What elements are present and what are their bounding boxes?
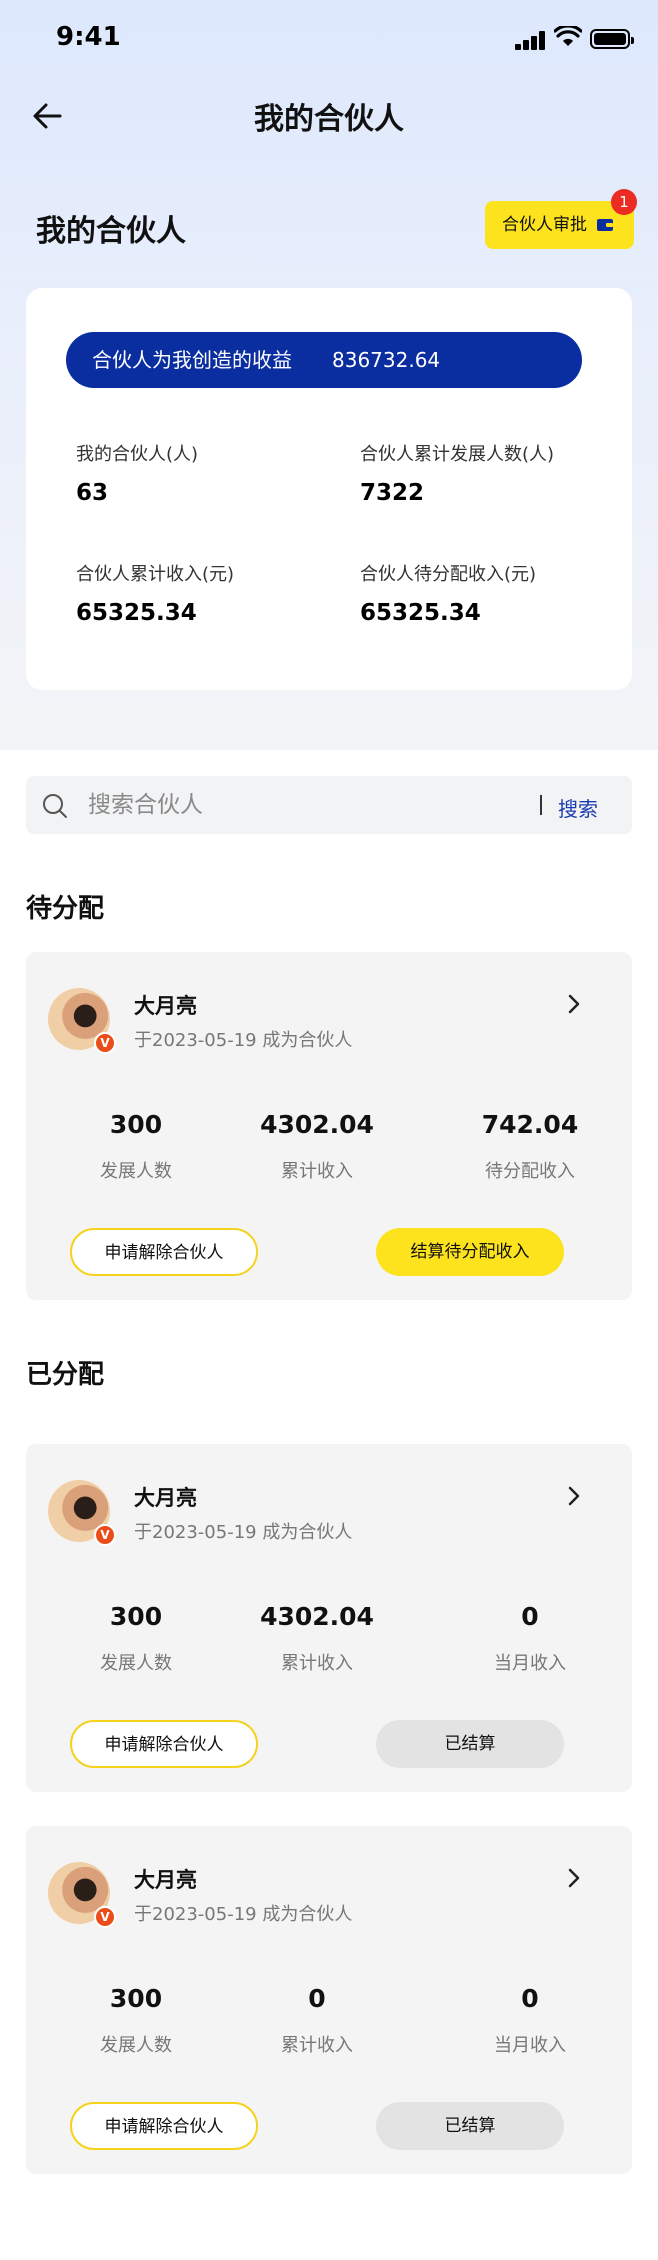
search-button[interactable]: 搜索 [558, 793, 598, 822]
metric-value: 300 [109, 1110, 163, 1139]
stat-label: 合伙人待分配收入(元) [360, 564, 537, 585]
chevron-right-icon[interactable] [566, 992, 582, 1016]
earnings-label: 合伙人为我创造的收益 [92, 348, 292, 372]
metric-value: 0 [308, 1984, 326, 2013]
stat-value: 65325.34 [360, 600, 481, 626]
battery-icon [590, 29, 634, 49]
remove-partner-button[interactable]: 申请解除合伙人 [70, 1228, 258, 1276]
stat-pending-income: 合伙人待分配收入(元) 65325.34 [360, 560, 536, 626]
settle-pending-button[interactable]: 结算待分配收入 [376, 1228, 564, 1276]
notification-badge: 1 [611, 189, 637, 215]
metric-label: 发展人数 [100, 1653, 172, 1674]
metric-label: 发展人数 [100, 2035, 172, 2056]
metric-total-income: 4302.04 累计收入 [217, 1110, 417, 1183]
stat-value: 65325.34 [76, 600, 197, 626]
cellular-signal-icon [515, 30, 545, 50]
settled-status-button: 已结算 [376, 1720, 564, 1768]
verified-badge-icon: V [94, 1906, 116, 1928]
settled-status-button: 已结算 [376, 2102, 564, 2150]
metric-label: 发展人数 [100, 1161, 172, 1182]
partner-join-date: 于2023-05-19 成为合伙人 [134, 1904, 353, 1925]
verified-badge-icon: V [94, 1524, 116, 1546]
status-bar: 9:41 [0, 0, 658, 80]
stat-total-income: 合伙人累计收入(元) 65325.34 [76, 560, 234, 626]
partner-join-date: 于2023-05-19 成为合伙人 [134, 1522, 353, 1543]
page-title: 我的合伙人 [254, 102, 404, 137]
pending-section-title: 待分配 [26, 894, 105, 924]
partner-name: 大月亮 [134, 994, 197, 1018]
metric-value: 742.04 [481, 1110, 579, 1139]
stat-value: 63 [76, 480, 109, 506]
earnings-value: 836732.64 [332, 348, 441, 372]
partner-card[interactable]: V 大月亮 于2023-05-19 成为合伙人 300 发展人数 4302.04… [26, 952, 632, 1300]
partner-name: 大月亮 [134, 1486, 197, 1510]
stat-value: 7322 [360, 480, 425, 506]
partner-card[interactable]: V 大月亮 于2023-05-19 成为合伙人 300 发展人数 4302.04… [26, 1444, 632, 1792]
metric-total-income: 0 累计收入 [217, 1984, 417, 2057]
search-divider [540, 795, 542, 815]
chevron-right-icon[interactable] [566, 1866, 582, 1890]
stat-label: 合伙人累计收入(元) [76, 564, 235, 585]
metric-label: 当月收入 [494, 2035, 566, 2056]
metric-value: 0 [521, 1602, 539, 1631]
stat-my-partners: 我的合伙人(人) 63 [76, 440, 198, 506]
metric-developed: 300 发展人数 [36, 1984, 236, 2057]
stat-label: 合伙人累计发展人数(人) [360, 444, 555, 465]
metric-developed: 300 发展人数 [36, 1602, 236, 1675]
settled-section-title: 已分配 [26, 1360, 105, 1390]
metric-monthly-income: 0 当月收入 [430, 1984, 630, 2057]
metric-value: 300 [109, 1602, 163, 1631]
chevron-right-icon[interactable] [566, 1484, 582, 1508]
wifi-icon [554, 26, 582, 46]
metric-label: 累计收入 [281, 1653, 353, 1674]
search-input[interactable] [88, 785, 528, 825]
metric-value: 4302.04 [260, 1602, 374, 1631]
earnings-banner: 合伙人为我创造的收益 836732.64 [66, 332, 582, 388]
metric-label: 待分配收入 [485, 1161, 575, 1182]
metric-value: 4302.04 [260, 1110, 374, 1139]
status-time: 9:41 [56, 22, 121, 52]
stat-label: 我的合伙人(人) [76, 444, 199, 465]
partner-approval-label: 合伙人审批 [502, 215, 587, 235]
remove-partner-button[interactable]: 申请解除合伙人 [70, 2102, 258, 2150]
metric-value: 300 [109, 1984, 163, 2013]
wallet-icon [597, 219, 613, 231]
metric-developed: 300 发展人数 [36, 1110, 236, 1183]
search-bar: 搜索 [26, 776, 632, 834]
stat-total-developed: 合伙人累计发展人数(人) 7322 [360, 440, 554, 506]
metric-monthly-income: 0 当月收入 [430, 1602, 630, 1675]
metric-label: 累计收入 [281, 2035, 353, 2056]
search-icon [43, 794, 67, 818]
summary-card: 合伙人为我创造的收益 836732.64 我的合伙人(人) 63 合伙人累计发展… [26, 288, 632, 690]
remove-partner-button[interactable]: 申请解除合伙人 [70, 1720, 258, 1768]
partner-name: 大月亮 [134, 1868, 197, 1892]
partner-card[interactable]: V 大月亮 于2023-05-19 成为合伙人 300 发展人数 0 累计收入 … [26, 1826, 632, 2174]
metric-label: 当月收入 [494, 1653, 566, 1674]
metric-value: 0 [521, 1984, 539, 2013]
section-title: 我的合伙人 [36, 214, 186, 249]
metric-total-income: 4302.04 累计收入 [217, 1602, 417, 1675]
metric-label: 累计收入 [281, 1161, 353, 1182]
partner-join-date: 于2023-05-19 成为合伙人 [134, 1030, 353, 1051]
metric-pending-income: 742.04 待分配收入 [430, 1110, 630, 1183]
verified-badge-icon: V [94, 1032, 116, 1054]
